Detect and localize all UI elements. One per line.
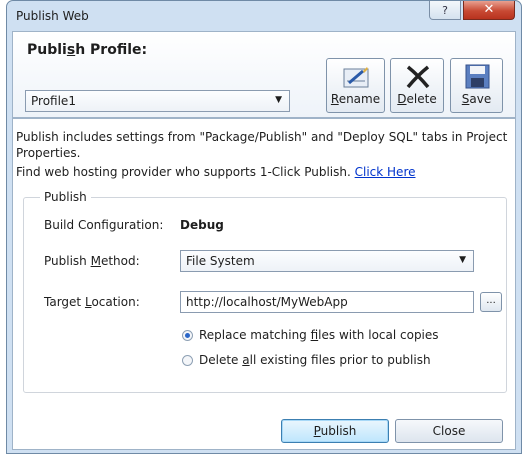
radio-unselected-icon	[182, 355, 193, 366]
publish-button[interactable]: Publish	[281, 419, 389, 443]
title-bar: Publish Web ? ✕	[7, 1, 521, 31]
hosting-provider-text: Find web hosting provider who supports 1…	[16, 165, 416, 179]
dialog-body: Publish includes settings from "Package/…	[12, 118, 516, 450]
publish-group: Publish Build Configuration: Debug Publi…	[23, 190, 507, 393]
delete-existing-files-radio[interactable]: Delete all existing files prior to publi…	[182, 353, 431, 367]
chevron-down-icon: ▼	[459, 255, 466, 265]
radio-selected-icon	[182, 330, 193, 341]
floppy-disk-icon	[465, 64, 490, 89]
build-configuration-value: Debug	[180, 218, 224, 232]
publish-web-dialog: Publish Web ? ✕ Publish Profile: Profile…	[6, 0, 522, 454]
help-button[interactable]: ?	[429, 1, 461, 20]
build-configuration-label: Build Configuration:	[44, 218, 164, 232]
target-location-value: http://localhost/MyWebApp	[186, 295, 348, 309]
delete-label: Delete	[397, 92, 437, 106]
delete-x-icon	[406, 65, 430, 89]
profile-title: Publish Profile:	[27, 42, 148, 58]
target-location-label: Target Location:	[44, 295, 140, 309]
rename-icon	[343, 67, 369, 88]
target-location-input[interactable]: http://localhost/MyWebApp	[180, 291, 474, 313]
replace-files-radio[interactable]: Replace matching files with local copies	[182, 328, 439, 342]
profile-dropdown[interactable]: Profile1 ▼	[25, 90, 290, 112]
chevron-down-icon: ▼	[275, 95, 282, 105]
publish-method-label: Publish Method:	[44, 254, 140, 268]
close-button[interactable]: Close	[395, 419, 503, 443]
publish-method-dropdown[interactable]: File System ▼	[180, 250, 474, 272]
save-button[interactable]: Save	[450, 58, 503, 113]
click-here-link[interactable]: Click Here	[355, 165, 416, 179]
profile-value: Profile1	[31, 94, 76, 108]
close-window-button[interactable]: ✕	[463, 1, 515, 20]
group-legend: Publish	[40, 190, 91, 204]
rename-button[interactable]: Rename	[326, 58, 385, 113]
publish-profile-header: Publish Profile: Profile1 ▼ Rename Delet…	[12, 31, 516, 118]
description-text: Publish includes settings from "Package/…	[16, 130, 508, 160]
delete-button[interactable]: Delete	[390, 58, 444, 113]
publish-method-value: File System	[186, 254, 255, 268]
rename-label: Rename	[330, 92, 381, 106]
browse-button[interactable]: ...	[480, 292, 502, 312]
window-title: Publish Web	[16, 9, 89, 23]
save-label: Save	[461, 92, 492, 106]
